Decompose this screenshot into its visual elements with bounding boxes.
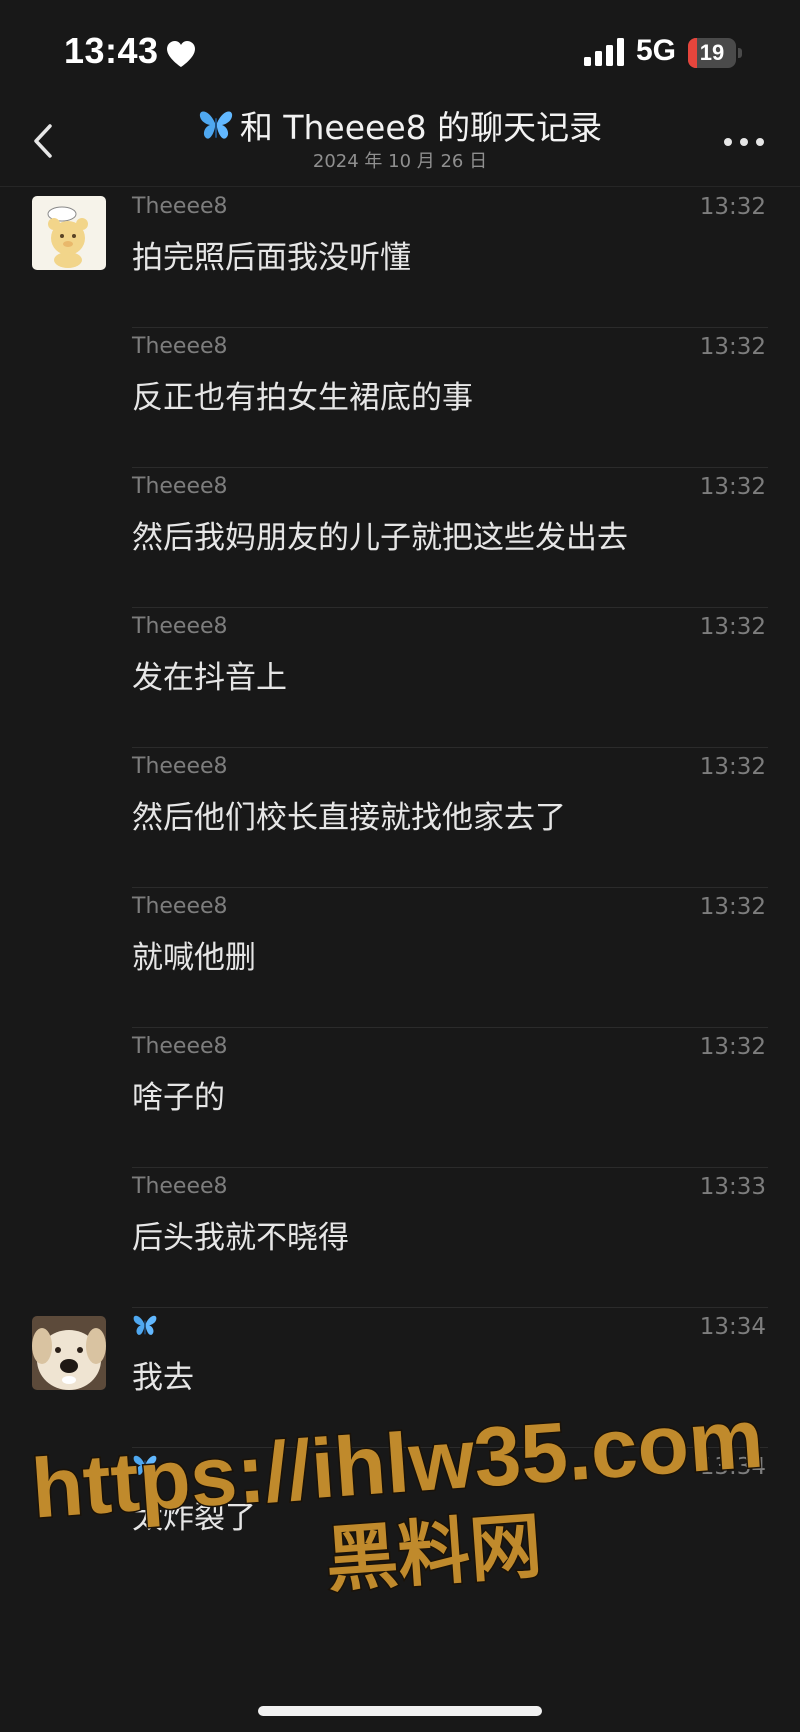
heart-icon [167,41,195,67]
status-bar: 13:43 5G 19 [0,0,800,100]
message-sender: Theeee8 [132,194,228,219]
message-item[interactable]: 13:34 太炸裂了 [0,1448,800,1588]
butterfly-icon [199,111,232,139]
message-time: 13:32 [699,474,766,500]
butterfly-icon [133,1315,157,1335]
more-dots-icon[interactable] [722,130,766,154]
message-text: 然后他们校长直接就找他家去了 [132,800,566,836]
message-time: 13:32 [699,194,766,220]
message-item[interactable]: Theeee8 13:32 反正也有拍女生裙底的事 [0,328,800,468]
page-title-text: 和 Theeee8 的聊天记录 [239,108,603,147]
message-time: 13:32 [699,334,766,360]
message-time: 13:32 [699,754,766,780]
battery-level: 19 [699,40,725,65]
avatar[interactable] [32,1316,106,1390]
avatar[interactable] [32,196,106,270]
message-text: 反正也有拍女生裙底的事 [132,380,473,416]
message-text: 然后我妈朋友的儿子就把这些发出去 [132,520,628,556]
message-sender: Theeee8 [132,614,228,639]
butterfly-icon [133,1455,157,1475]
message-item[interactable]: Theeee8 13:32 然后我妈朋友的儿子就把这些发出去 [0,468,800,608]
dog-avatar-icon [32,1316,106,1390]
message-item[interactable]: Theeee8 13:32 就喊他删 [0,888,800,1028]
status-time: 13:43 [64,30,159,71]
chat-history-header: 和 Theeee8 的聊天记录 2024 年 10 月 26 日 [0,100,800,187]
page-subtitle-date: 2024 年 10 月 26 日 [312,151,488,172]
battery-icon: 19 [688,38,742,68]
message-text: 发在抖音上 [132,660,287,696]
header-title-block: 和 Theeee8 的聊天记录 2024 年 10 月 26 日 [120,108,680,174]
message-sender: Theeee8 [132,1174,228,1199]
message-sender: Theeee8 [132,754,228,779]
message-time: 13:34 [699,1314,766,1340]
message-text: 我去 [132,1360,194,1396]
message-time: 13:34 [699,1454,766,1480]
message-list: Theeee8 13:32 拍完照后面我没听懂 Theeee8 13:32 反正… [0,188,800,1588]
message-time: 13:32 [699,614,766,640]
network-type: 5G [636,34,677,67]
home-indicator[interactable] [258,1706,542,1716]
message-text: 拍完照后面我没听懂 [132,240,411,276]
message-time: 13:33 [699,1174,766,1200]
message-item[interactable]: Theeee8 13:32 然后他们校长直接就找他家去了 [0,748,800,888]
message-text: 就喊他删 [132,940,256,976]
page-title: 和 Theeee8 的聊天记录 [120,108,680,148]
message-item[interactable]: Theeee8 13:33 后头我就不晓得 [0,1168,800,1308]
cartoon-bear-avatar-icon [32,196,106,270]
message-sender: Theeee8 [132,474,228,499]
message-time: 13:32 [699,894,766,920]
message-text: 后头我就不晓得 [132,1220,349,1256]
message-sender [132,1454,158,1484]
message-item[interactable]: Theeee8 13:32 发在抖音上 [0,608,800,748]
message-text: 太炸裂了 [132,1500,256,1536]
message-text: 啥子的 [132,1080,225,1116]
message-sender: Theeee8 [132,1034,228,1059]
message-time: 13:32 [699,1034,766,1060]
message-item[interactable]: 13:34 我去 [0,1308,800,1448]
signal-icon [584,38,624,66]
message-item[interactable]: Theeee8 13:32 啥子的 [0,1028,800,1168]
message-sender: Theeee8 [132,334,228,359]
message-sender [132,1314,158,1344]
message-sender: Theeee8 [132,894,228,919]
back-chevron-icon[interactable] [24,118,64,164]
message-item[interactable]: Theeee8 13:32 拍完照后面我没听懂 [0,188,800,328]
